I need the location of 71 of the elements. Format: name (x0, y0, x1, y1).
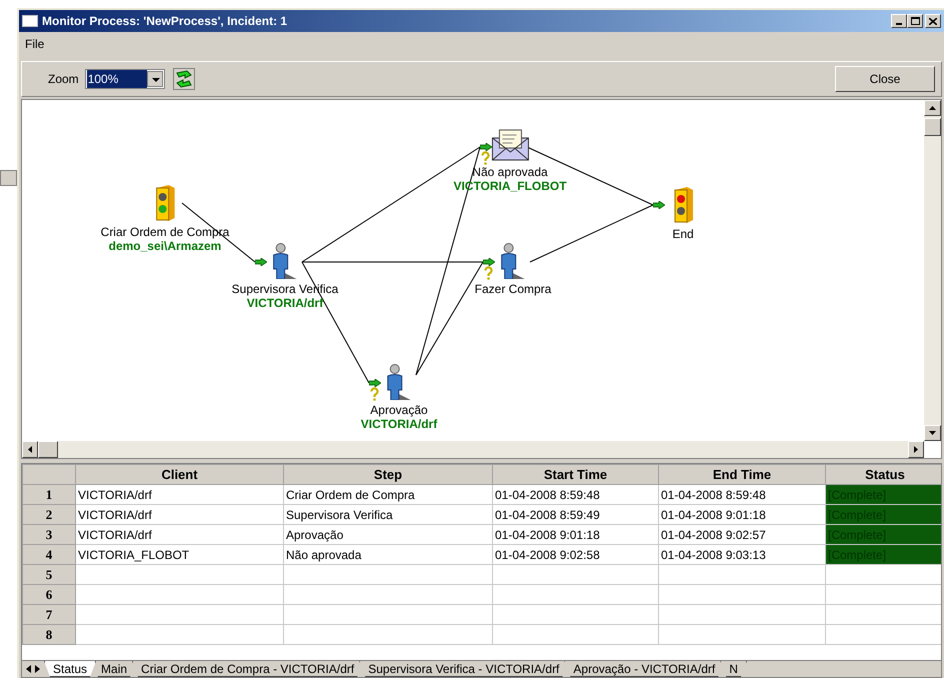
row-number: 7 (22, 604, 76, 624)
node-user: VICTORIA/drf (360, 417, 438, 432)
person-icon (385, 364, 413, 400)
sheet-tab[interactable]: N (720, 661, 747, 677)
close-button[interactable]: Close (835, 66, 935, 92)
row-number: 4 (22, 544, 76, 564)
vertical-scrollbar[interactable] (924, 100, 941, 441)
scroll-thumb[interactable] (38, 441, 58, 458)
row-number: 8 (22, 624, 76, 644)
table-cell: 01-04-2008 9:01:18 (492, 524, 658, 544)
table-cell: 01-04-2008 9:03:13 (658, 544, 826, 564)
scroll-left-icon[interactable] (28, 446, 32, 453)
table-cell: VICTORIA/drf (76, 484, 284, 504)
maximize-button[interactable] (907, 14, 923, 28)
node-label: Fazer Compra (474, 282, 552, 296)
refresh-button[interactable] (172, 68, 195, 90)
column-header[interactable]: Status (826, 464, 941, 484)
node-user: demo_sei\Armazem (108, 239, 222, 254)
close-icon (929, 18, 937, 24)
row-number: 1 (22, 484, 76, 504)
arrow-icon (255, 258, 267, 266)
sheet-tab[interactable]: Status (44, 661, 96, 677)
refresh-icon (174, 70, 193, 88)
table-cell: VICTORIA/drf (76, 504, 284, 524)
column-header[interactable]: End Time (658, 464, 826, 484)
envelope-icon (490, 128, 530, 162)
arrow-icon (369, 379, 381, 387)
table-cell: 01-04-2008 9:02:58 (492, 544, 658, 564)
scroll-right-icon[interactable] (914, 446, 918, 453)
column-header[interactable]: Step (284, 464, 492, 484)
row-number: 6 (22, 584, 76, 604)
row-number: 2 (22, 504, 76, 524)
table-cell: Criar Ordem de Compra (284, 484, 492, 504)
table-cell: 01-04-2008 9:02:57 (658, 524, 826, 544)
minimize-icon (896, 23, 902, 25)
arrow-icon (480, 143, 492, 151)
node-label: Não aprovada (472, 165, 548, 179)
minimize-button[interactable] (891, 14, 907, 28)
person-icon (499, 243, 527, 279)
window-title: Monitor Process: 'NewProcess', Incident: 1 (42, 13, 288, 30)
maximize-icon (910, 17, 920, 25)
column-header[interactable]: Start Time (492, 464, 658, 484)
node-user: VICTORIA/drf (246, 296, 324, 311)
close-window-button[interactable] (925, 14, 941, 28)
horizontal-scrollbar[interactable] (22, 441, 924, 458)
table-cell: Supervisora Verifica (284, 504, 492, 524)
scroll-down-icon[interactable] (929, 431, 936, 435)
table-cell: VICTORIA_FLOBOT (76, 544, 284, 564)
table-cell: 01-04-2008 8:59:49 (492, 504, 658, 524)
window-icon (22, 15, 38, 27)
table-cell: 01-04-2008 9:01:18 (658, 504, 826, 524)
zoom-dropdown[interactable]: 100% (84, 69, 165, 89)
tab-scroll-left-icon[interactable] (24, 664, 32, 674)
zoom-label: Zoom (48, 71, 79, 88)
column-header[interactable]: Client (76, 464, 284, 484)
node-label: End (672, 227, 694, 241)
table-cell: VICTORIA/drf (76, 524, 284, 544)
row-number: 3 (22, 524, 76, 544)
tab-scroll-right-icon[interactable] (34, 664, 42, 674)
corner-cell (22, 464, 76, 484)
table-cell: Não aprovada (284, 544, 492, 564)
arrow-icon (653, 201, 665, 209)
scroll-thumb[interactable] (924, 118, 941, 136)
node-label: Aprovação (370, 403, 428, 417)
table-cell: 01-04-2008 8:59:48 (492, 484, 658, 504)
arrow-icon (483, 258, 495, 266)
scroll-up-icon[interactable] (929, 106, 936, 110)
row-number: 5 (22, 564, 76, 584)
table-cell: 01-04-2008 8:59:48 (658, 484, 826, 504)
menu-item[interactable]: File (25, 35, 44, 53)
table-cell: Aprovação (284, 524, 492, 544)
